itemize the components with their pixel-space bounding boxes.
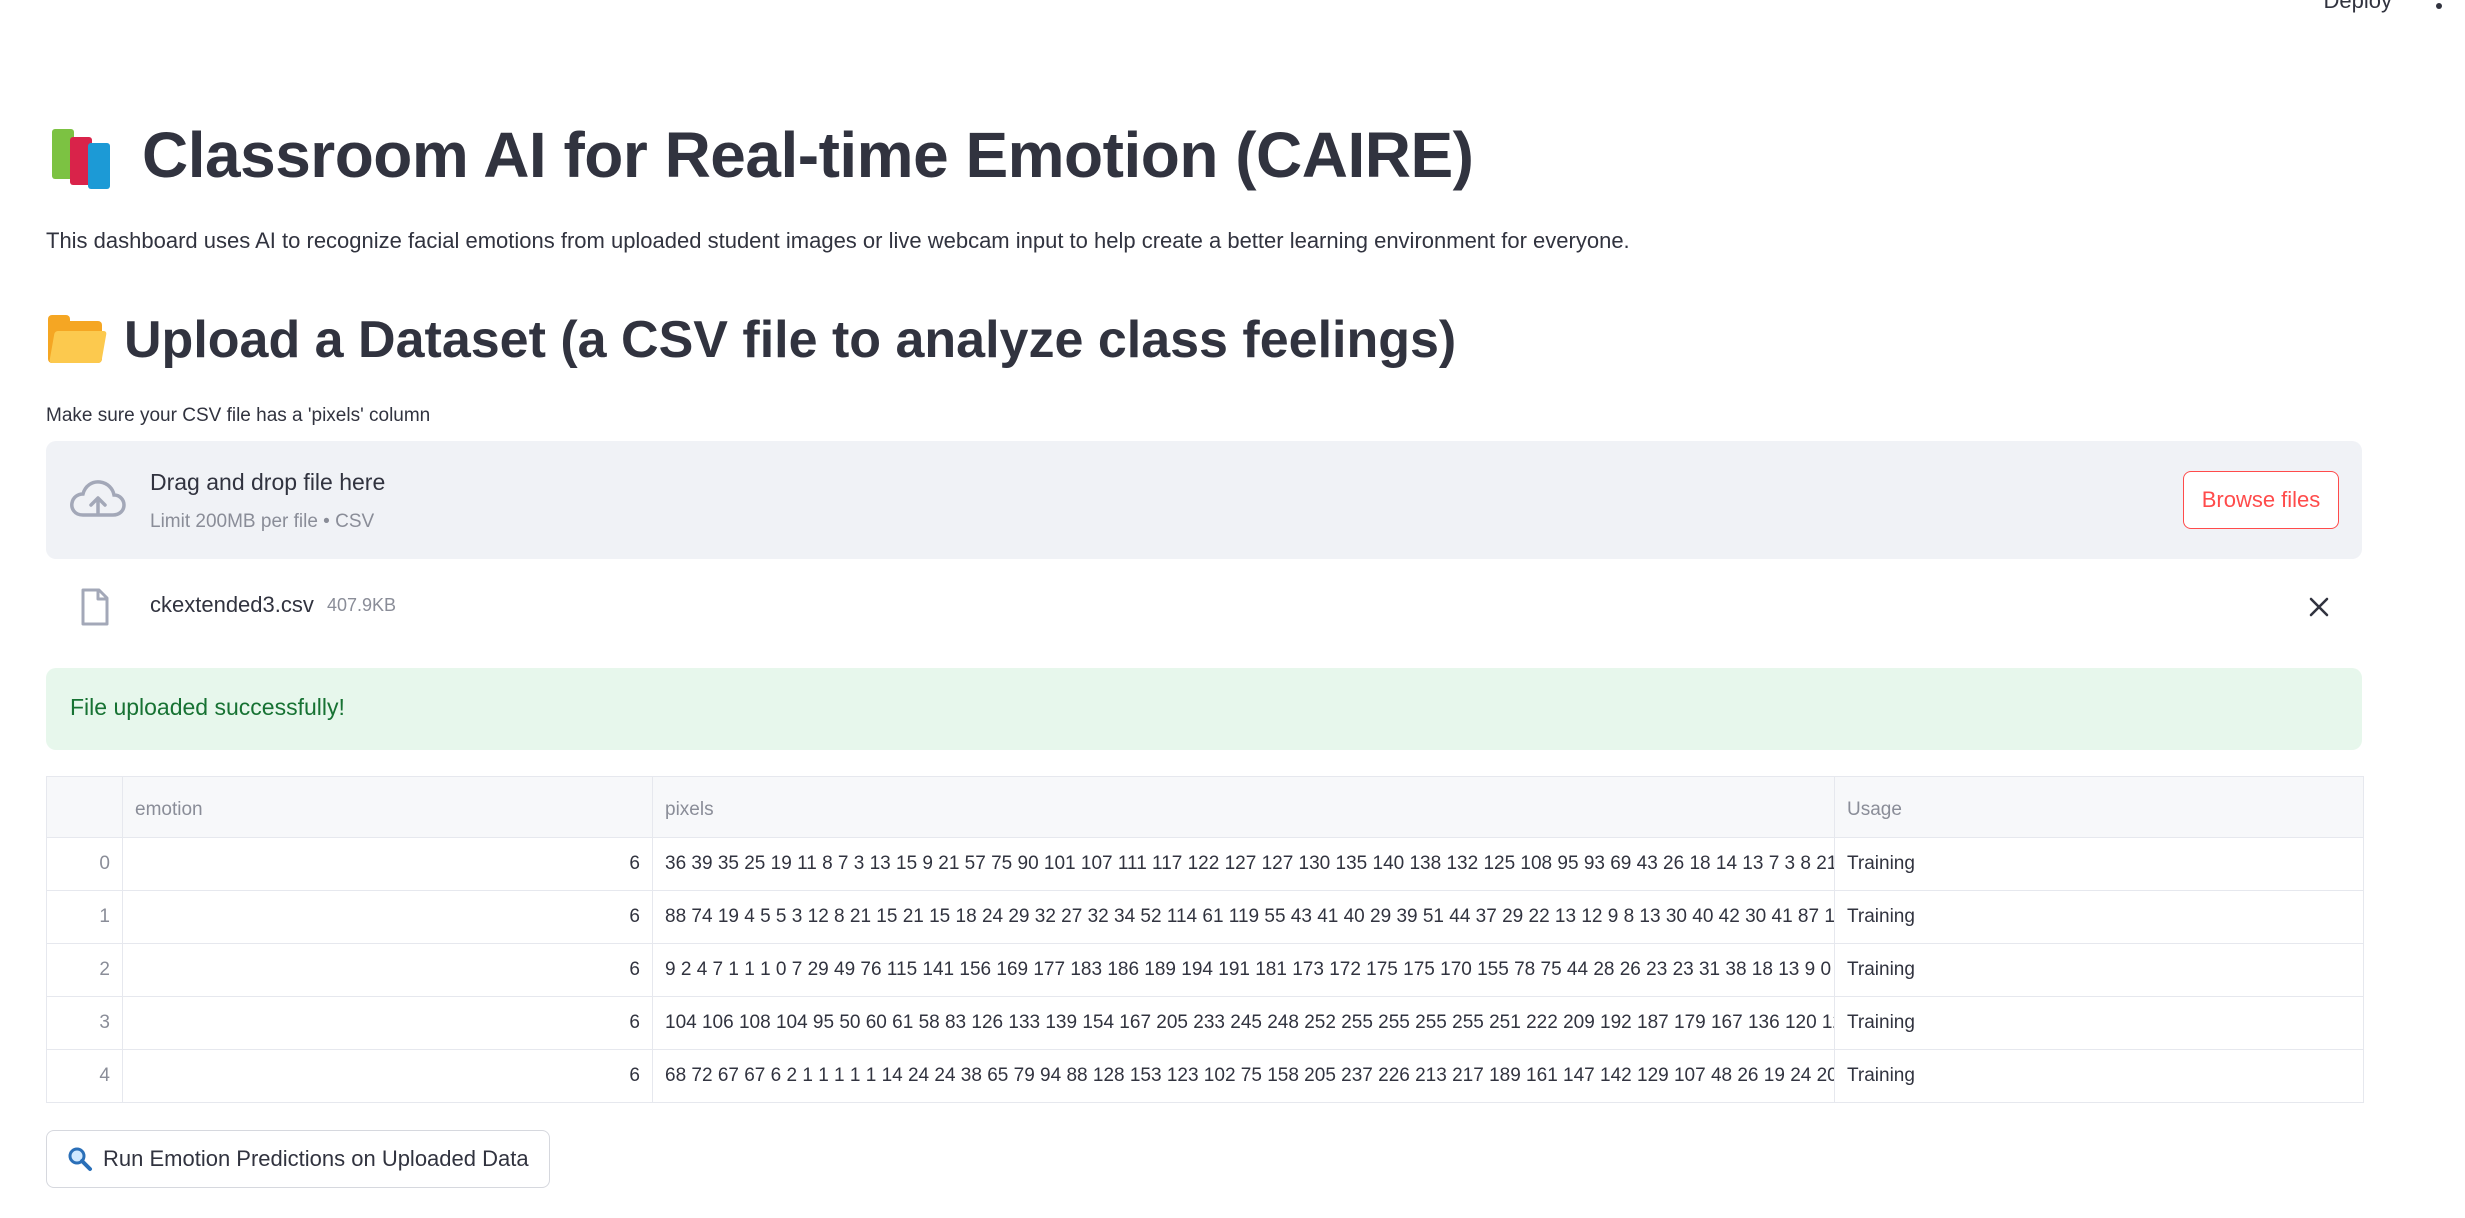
column-header-emotion[interactable]: emotion (122, 776, 653, 838)
cell-usage[interactable]: Training (1834, 837, 2364, 891)
cloud-upload-icon (70, 480, 126, 517)
cell-emotion[interactable]: 6 (122, 1049, 653, 1103)
table-header-row: emotion pixels Usage (46, 776, 2364, 838)
cell-emotion[interactable]: 6 (122, 837, 653, 891)
uploaded-file-item: ckextended3.csv 407.9KB (46, 580, 2362, 632)
table-row: 1 6 88 74 19 4 5 5 3 12 8 21 15 21 15 18… (46, 890, 2364, 944)
success-alert: File uploaded successfully! (46, 668, 2362, 750)
column-header-usage[interactable]: Usage (1834, 776, 2364, 838)
file-size: 407.9KB (327, 595, 397, 615)
file-dropzone[interactable]: Drag and drop file here Limit 200MB per … (46, 441, 2362, 559)
cell-pixels[interactable]: 104 106 108 104 95 50 60 61 58 83 126 13… (652, 996, 1835, 1050)
top-toolbar: Deploy (0, 0, 2465, 20)
row-index: 3 (46, 996, 123, 1050)
file-name: ckextended3.csv (150, 592, 314, 617)
cell-pixels[interactable]: 68 72 67 67 6 2 1 1 1 1 1 14 24 24 38 65… (652, 1049, 1835, 1103)
cell-pixels[interactable]: 36 39 35 25 19 11 8 7 3 13 15 9 21 57 75… (652, 837, 1835, 891)
cell-usage[interactable]: Training (1834, 1049, 2364, 1103)
row-index: 1 (46, 890, 123, 944)
page-header: Classroom AI for Real-time Emotion (CAIR… (46, 118, 1474, 192)
dropzone-limit: Limit 200MB per file • CSV (150, 511, 375, 532)
table-row: 2 6 9 2 4 7 1 1 1 0 7 29 49 76 115 141 1… (46, 943, 2364, 997)
magnifier-icon (68, 1147, 92, 1171)
open-folder-icon (46, 315, 107, 365)
upload-section-header: Upload a Dataset (a CSV file to analyze … (46, 310, 1456, 370)
table-row: 3 6 104 106 108 104 95 50 60 61 58 83 12… (46, 996, 2364, 1050)
dataframe-table[interactable]: emotion pixels Usage 0 6 36 39 35 25 19 … (46, 776, 2364, 1103)
row-index: 0 (46, 837, 123, 891)
column-header-pixels[interactable]: pixels (652, 776, 1835, 838)
cell-usage[interactable]: Training (1834, 943, 2364, 997)
page-description: This dashboard uses AI to recognize faci… (46, 228, 1630, 253)
success-message: File uploaded successfully! (70, 694, 345, 720)
page-title: Classroom AI for Real-time Emotion (CAIR… (142, 119, 1474, 191)
kebab-menu-icon[interactable] (2435, 0, 2443, 12)
column-header-index (46, 776, 123, 838)
file-icon (81, 588, 109, 626)
cell-emotion[interactable]: 6 (122, 943, 653, 997)
cell-emotion[interactable]: 6 (122, 996, 653, 1050)
cell-usage[interactable]: Training (1834, 996, 2364, 1050)
deploy-button[interactable]: Deploy (2324, 0, 2392, 14)
browse-files-button[interactable]: Browse files (2183, 471, 2339, 529)
table-row: 4 6 68 72 67 67 6 2 1 1 1 1 1 14 24 24 3… (46, 1049, 2364, 1103)
cell-pixels[interactable]: 9 2 4 7 1 1 1 0 7 29 49 76 115 141 156 1… (652, 943, 1835, 997)
upload-heading: Upload a Dataset (a CSV file to analyze … (124, 311, 1457, 369)
close-icon[interactable] (2306, 594, 2332, 620)
cell-usage[interactable]: Training (1834, 890, 2364, 944)
uploader-label: Make sure your CSV file has a 'pixels' c… (46, 405, 431, 426)
dropzone-title: Drag and drop file here (150, 469, 386, 495)
table-row: 0 6 36 39 35 25 19 11 8 7 3 13 15 9 21 5… (46, 837, 2364, 891)
run-predictions-label: Run Emotion Predictions on Uploaded Data (103, 1146, 529, 1171)
books-icon (46, 121, 118, 189)
row-index: 2 (46, 943, 123, 997)
cell-pixels[interactable]: 88 74 19 4 5 5 3 12 8 21 15 21 15 18 24 … (652, 890, 1835, 944)
row-index: 4 (46, 1049, 123, 1103)
cell-emotion[interactable]: 6 (122, 890, 653, 944)
run-predictions-button[interactable]: Run Emotion Predictions on Uploaded Data (46, 1130, 550, 1188)
